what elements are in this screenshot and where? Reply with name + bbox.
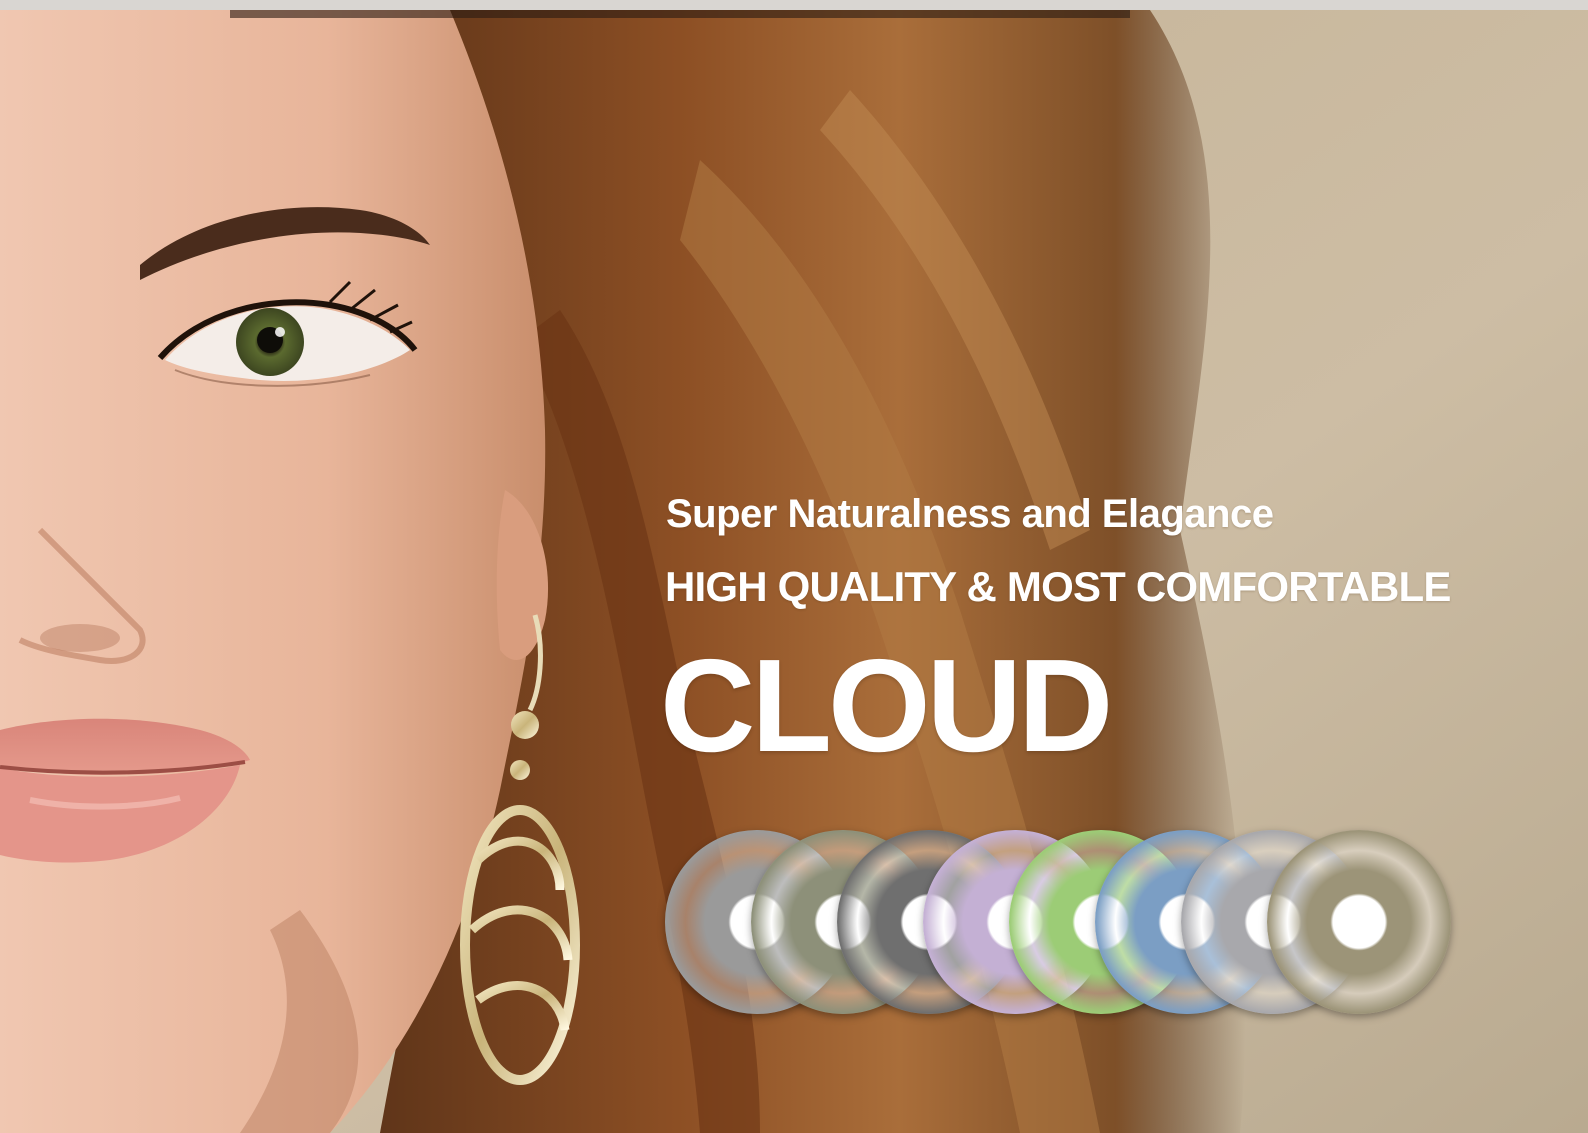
tagline: Super Naturalness and Elagance bbox=[666, 492, 1274, 536]
contact-lens-hazel bbox=[1267, 830, 1451, 1014]
brand-title: CLOUD bbox=[660, 632, 1113, 779]
contact-lens-row bbox=[665, 830, 1455, 1020]
subtitle: HIGH QUALITY & MOST COMFORTABLE bbox=[665, 563, 1451, 610]
top-border-strip bbox=[0, 0, 1588, 10]
